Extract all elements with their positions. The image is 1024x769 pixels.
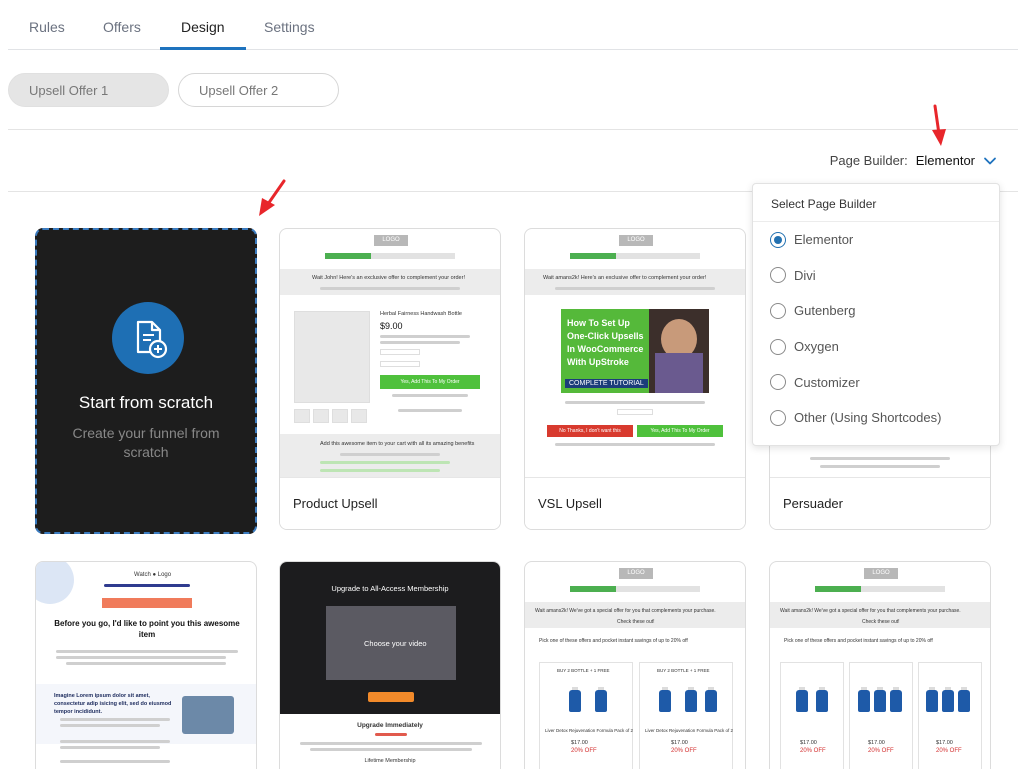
template-name: Persuader [770,477,990,529]
video-placeholder: Choose your video [326,606,456,680]
thumb-add-button: Yes, Add This To My Order [637,425,723,437]
page-builder-option-customizer[interactable]: Customizer [753,364,999,400]
thumb-price: $17.00 [671,740,688,746]
option-label: Other (Using Shortcodes) [794,410,942,426]
upsell-offer-2-pill[interactable]: Upsell Offer 2 [178,73,339,107]
thumb-price: $17.00 [571,740,588,746]
thumb-discount: 20% OFF [571,748,597,754]
tab-design[interactable]: Design [160,0,246,50]
start-from-scratch-card[interactable]: Start from scratch Create your funnel fr… [35,228,257,534]
thumb-footer-text: Lifetime Membership [364,758,416,764]
option-label: Elementor [794,232,854,248]
logo-placeholder: LOGO [864,568,898,579]
video-tag: COMPLETE TUTORIAL [565,379,648,388]
option-label: Gutenberg [794,303,856,319]
page-builder-label: Page Builder: [829,153,908,168]
video-thumbnail: How To Set Up One-Click Upsells In WooCo… [561,309,709,393]
thumb-product-name: Liver Detox Rejuvenation Formula Pack of… [645,728,734,733]
logo-placeholder: LOGO [374,235,408,246]
template-card-bundle-2[interactable]: LOGO Wait amans2k! We've got a special o… [769,561,991,769]
page-builder-option-other-using-shortcodes[interactable]: Other (Using Shortcodes) [753,400,999,436]
page-builder-selector: Page Builder: Elementor [830,153,997,168]
thumb-subtitle: Upgrade Immediately [357,722,423,729]
template-name: Product Upsell [280,477,500,529]
tab-offers[interactable]: Offers [82,0,162,50]
template-name: VSL Upsell [525,477,745,529]
radio-button[interactable] [770,231,786,248]
annotation-arrow-icon [932,104,946,146]
scratch-subtitle: Create your funnel from scratch [72,425,220,460]
thumb-product-name: Liver Detox Rejuvenation Formula Pack of… [545,728,634,733]
thumb-price: $17.00 [868,740,885,746]
thumb-price: $9.00 [380,321,403,331]
page-builder-option-gutenberg[interactable]: Gutenberg [753,293,999,329]
divider [8,129,1018,130]
chevron-down-icon[interactable] [983,154,997,168]
thumb-headline: Upgrade to All-Access Membership [331,584,449,593]
radio-button[interactable] [770,302,786,319]
page-builder-dropdown: Select Page Builder Elementor Divi Gutenbe… [752,183,1000,446]
upsell-offer-1-pill[interactable]: Upsell Offer 1 [8,73,169,107]
thumb-add-button: Yes, Add This To My Order [380,375,480,389]
thumb-headline: Wait John! Here's an exclusive offer to … [312,275,465,281]
thumb-check: Check these out! [862,619,900,625]
thumb-discount: 20% OFF [800,748,826,754]
page-builder-option-elementor[interactable]: Elementor [753,222,999,258]
radio-button[interactable] [770,267,786,284]
scratch-title: Start from scratch [78,393,214,412]
annotation-arrow-icon [259,179,286,216]
new-document-icon [112,302,184,374]
thumb-badge: BUY 2 BOTTLE + 1 FREE [657,668,710,673]
thumb-headline: Wait amans2k! We've got a special offer … [535,608,716,614]
thumb-no-button: No Thanks, I don't want this [547,425,633,437]
thumb-bundle-title: Add this awesome item to your cart with … [320,441,475,447]
radio-button[interactable] [770,338,786,355]
template-card-product-upsell[interactable]: LOGO Wait John! Here's an exclusive offe… [279,228,501,530]
tab-settings[interactable]: Settings [243,0,336,50]
option-label: Divi [794,267,816,283]
thumb-pick: Pick one of these offers and pocket inst… [539,638,688,644]
video-text: Choose your video [364,639,427,648]
page-builder-value[interactable]: Elementor [916,153,975,168]
option-label: Customizer [794,374,860,390]
thumb-discount: 20% OFF [936,748,962,754]
template-card-bundle-1[interactable]: LOGO Wait amans2k! We've got a special o… [524,561,746,769]
video-title: How To Set Up One-Click Upsells In WooCo… [567,318,644,367]
page-builder-option-oxygen[interactable]: Oxygen [753,329,999,365]
radio-button[interactable] [770,374,786,391]
thumb-badge: BUY 2 BOTTLE + 1 FREE [557,668,610,673]
radio-button[interactable] [770,409,786,426]
thumb-price: $17.00 [936,740,953,746]
thumb-pick: Pick one of these offers and pocket inst… [784,638,933,644]
thumb-subtitle: Imagine Lorem ipsum dolor sit amet, cons… [54,693,172,715]
tab-bar: Rules Offers Design Settings [8,0,1018,50]
dropdown-header: Select Page Builder [753,184,999,222]
thumb-discount: 20% OFF [868,748,894,754]
template-card-before-you-go[interactable]: Watch ● Logo Before you go, I'd like to … [35,561,257,769]
thumb-check: Check these out! [617,619,655,625]
page-builder-option-divi[interactable]: Divi [753,258,999,294]
logo-placeholder: LOGO [619,568,653,579]
thumb-price: $17.00 [800,740,817,746]
thumb-discount: 20% OFF [671,748,697,754]
thumb-product-title: Herbal Fairness Handwash Bottle [380,311,462,317]
thumb-headline: Before you go, I'd like to point you thi… [54,619,240,639]
template-card-membership[interactable]: Upgrade to All-Access Membership Choose … [279,561,501,769]
tab-rules[interactable]: Rules [8,0,86,50]
thumb-headline: Wait amans2k! Here's an exclusive offer … [543,275,707,281]
template-card-vsl-upsell[interactable]: LOGO Wait amans2k! Here's an exclusive o… [524,228,746,530]
thumb-headline: Wait amans2k! We've got a special offer … [780,608,961,614]
logo-placeholder: LOGO [619,235,653,246]
option-label: Oxygen [794,339,839,355]
